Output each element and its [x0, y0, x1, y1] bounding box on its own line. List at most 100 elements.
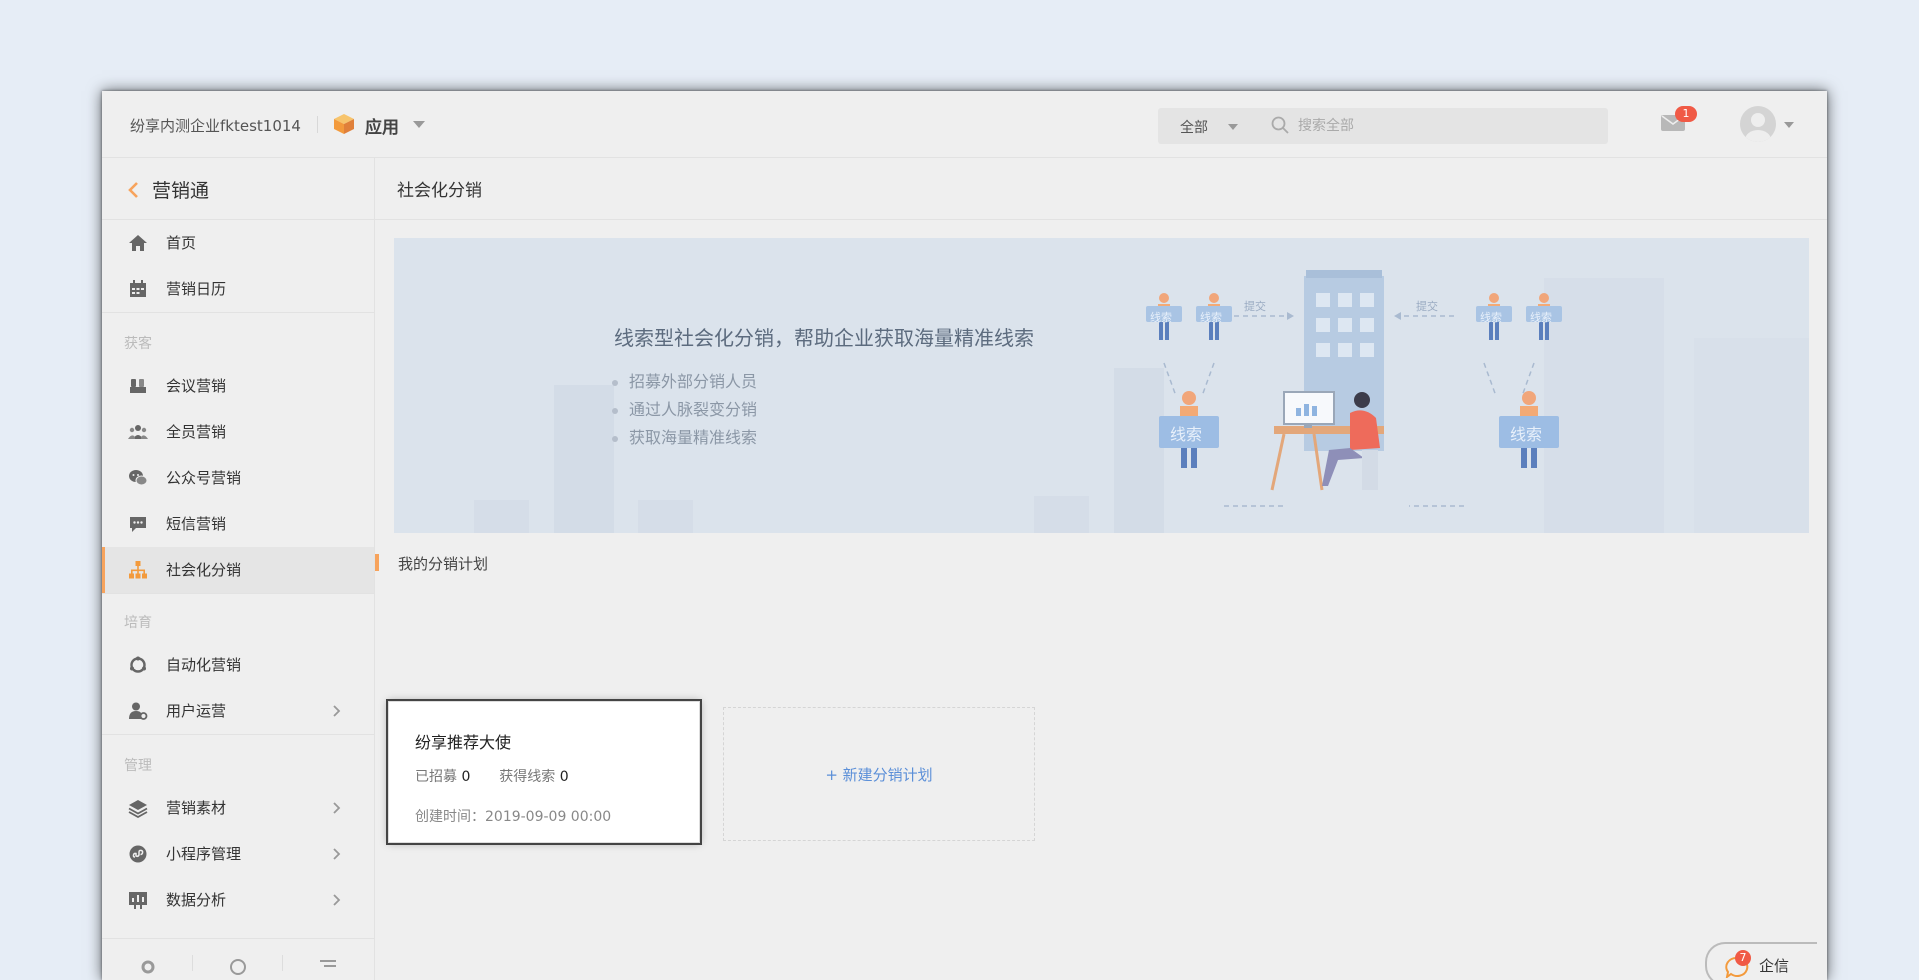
layers-icon: [128, 798, 148, 819]
section-title: 我的分销计划: [398, 555, 489, 573]
group-label-nurture: 培育: [124, 615, 152, 631]
sidebar-item-analytics[interactable]: 数据分析: [102, 877, 374, 923]
sidebar-item-social-distribution[interactable]: 社会化分销: [102, 547, 374, 593]
plan-stats: 已招募 0 获得线索 0: [415, 766, 569, 786]
search-input[interactable]: [1298, 113, 1578, 139]
recruited-value: 0: [461, 769, 471, 785]
org-tree-icon: [128, 560, 148, 580]
chevron-left-icon[interactable]: [126, 181, 140, 203]
divider: [192, 955, 193, 971]
sidebar-item-user-ops[interactable]: 用户运营: [102, 688, 374, 734]
banner-bullet: 通过人脉裂变分销: [612, 396, 757, 424]
calendar-icon: [128, 279, 148, 299]
wechat-icon: [128, 468, 148, 488]
gear-icon[interactable]: [138, 957, 158, 980]
divider: [102, 734, 374, 735]
lead-tag: 线索: [1480, 311, 1502, 324]
mail-badge: 1: [1675, 106, 1697, 122]
submit-label: 提交: [1244, 300, 1266, 313]
cycle-icon: [128, 655, 148, 675]
banner-title: 线索型社会化分销，帮助企业获取海量精准线索: [614, 326, 1034, 350]
sidebar-item-staff[interactable]: 全员营销: [102, 409, 374, 455]
sidebar-item-sms[interactable]: 短信营销: [102, 501, 374, 547]
plan-name: 纷享推荐大使: [415, 733, 512, 752]
app-window: 纷享内测企业fktest1014 应用 全部 1: [102, 91, 1827, 980]
search-scope-select[interactable]: 全部: [1180, 117, 1208, 137]
divider: [282, 955, 283, 971]
qixin-label: 企信: [1759, 957, 1790, 975]
divider: [102, 312, 374, 313]
global-search: 全部: [1158, 108, 1608, 144]
sidebar-item-label: 数据分析: [166, 891, 227, 909]
qixin-chat-button[interactable]: 7 企信: [1705, 942, 1817, 980]
people-icon: [128, 422, 148, 442]
distribution-plan-card[interactable]: 纷享推荐大使 已招募 0 获得线索 0 创建时间：2019-09-09 00:0…: [388, 701, 700, 843]
recruited-label: 已招募: [415, 769, 457, 785]
banner-bullet: 获取海量精准线索: [612, 424, 757, 452]
app-box-icon[interactable]: [332, 112, 356, 140]
main-content: 社会化分销 线索型社会化分销，帮助企业获取海量精准线索 招募外部分销人员 通过人…: [375, 158, 1827, 980]
page-title: 社会化分销: [397, 181, 482, 201]
search-icon[interactable]: [1270, 115, 1290, 139]
home-icon: [128, 233, 148, 253]
sidebar-footer: [102, 938, 374, 980]
section-accent-bar: [375, 554, 379, 571]
intro-banner: 线索型社会化分销，帮助企业获取海量精准线索 招募外部分销人员 通过人脉裂变分销 …: [394, 238, 1809, 533]
sidebar-item-automation[interactable]: 自动化营销: [102, 642, 374, 688]
lead-tag: 线索: [1530, 311, 1552, 324]
distribution-illustration: 线索 线索 线索 线索 提交 提交 线索 线索: [1124, 268, 1574, 523]
sidebar-item-label: 全员营销: [166, 423, 227, 441]
sidebar-item-materials[interactable]: 营销素材: [102, 785, 374, 831]
sidebar-item-miniprogram[interactable]: 小程序管理: [102, 831, 374, 877]
new-plan-button[interactable]: + 新建分销计划: [723, 707, 1035, 841]
lead-tag: 线索: [1510, 425, 1543, 444]
sidebar-item-label: 用户运营: [166, 702, 227, 720]
dashboard-icon: [128, 890, 148, 910]
message-icon: [128, 514, 148, 534]
qixin-badge: 7: [1735, 950, 1751, 966]
avatar[interactable]: [1740, 106, 1776, 142]
divider: [102, 593, 374, 594]
sidebar-item-label: 营销日历: [166, 280, 227, 298]
chevron-right-icon: [332, 846, 342, 865]
group-label-acquire: 获客: [124, 336, 152, 352]
company-name[interactable]: 纷享内测企业fktest1014: [130, 115, 301, 136]
lead-tag: 线索: [1170, 425, 1203, 444]
plan-created-time: 创建时间：2019-09-09 00:00: [415, 806, 611, 826]
divider: [375, 219, 1827, 220]
banner-bullet: 招募外部分销人员: [612, 368, 757, 396]
banner-bullet-list: 招募外部分销人员 通过人脉裂变分销 获取海量精准线索: [612, 368, 757, 452]
sidebar-item-calendar[interactable]: 营销日历: [102, 266, 374, 312]
chevron-right-icon: [332, 800, 342, 819]
top-header: 纷享内测企业fktest1014 应用 全部 1: [102, 91, 1827, 158]
meeting-icon: [128, 376, 148, 396]
sidebar-item-label: 营销素材: [166, 799, 227, 817]
illustration-graphic-icon: [1146, 270, 1562, 507]
help-icon[interactable]: [228, 957, 248, 980]
sidebar-item-label: 会议营销: [166, 377, 227, 395]
lead-tag: 线索: [1150, 311, 1172, 324]
sidebar-item-home[interactable]: 首页: [102, 220, 374, 266]
leads-label: 获得线索: [499, 769, 556, 785]
chevron-down-icon[interactable]: [1784, 122, 1794, 128]
chevron-down-icon[interactable]: [413, 121, 425, 128]
sidebar-item-label: 小程序管理: [166, 845, 242, 863]
sidebar-item-label: 短信营销: [166, 515, 227, 533]
sidebar: 营销通 首页 营销日历 获客 会议营销 全员营销 公众号营销 短信营销 社会化分…: [102, 158, 375, 980]
header-divider: [317, 116, 318, 133]
collapse-menu-icon[interactable]: [318, 957, 338, 980]
user-settings-icon: [128, 701, 148, 721]
sidebar-item-meeting[interactable]: 会议营销: [102, 363, 374, 409]
sidebar-item-label: 首页: [166, 234, 197, 252]
app-menu-label[interactable]: 应用: [365, 113, 399, 138]
sidebar-item-label: 自动化营销: [166, 656, 242, 674]
chevron-right-icon: [332, 892, 342, 911]
chevron-right-icon: [332, 703, 342, 722]
sidebar-item-official-account[interactable]: 公众号营销: [102, 455, 374, 501]
chevron-down-icon[interactable]: [1228, 124, 1238, 130]
banner-background-icon: [474, 278, 1809, 533]
submit-label: 提交: [1416, 300, 1438, 313]
sidebar-item-label: 公众号营销: [166, 469, 242, 487]
miniprogram-icon: [128, 844, 148, 864]
lead-tag: 线索: [1200, 311, 1222, 324]
